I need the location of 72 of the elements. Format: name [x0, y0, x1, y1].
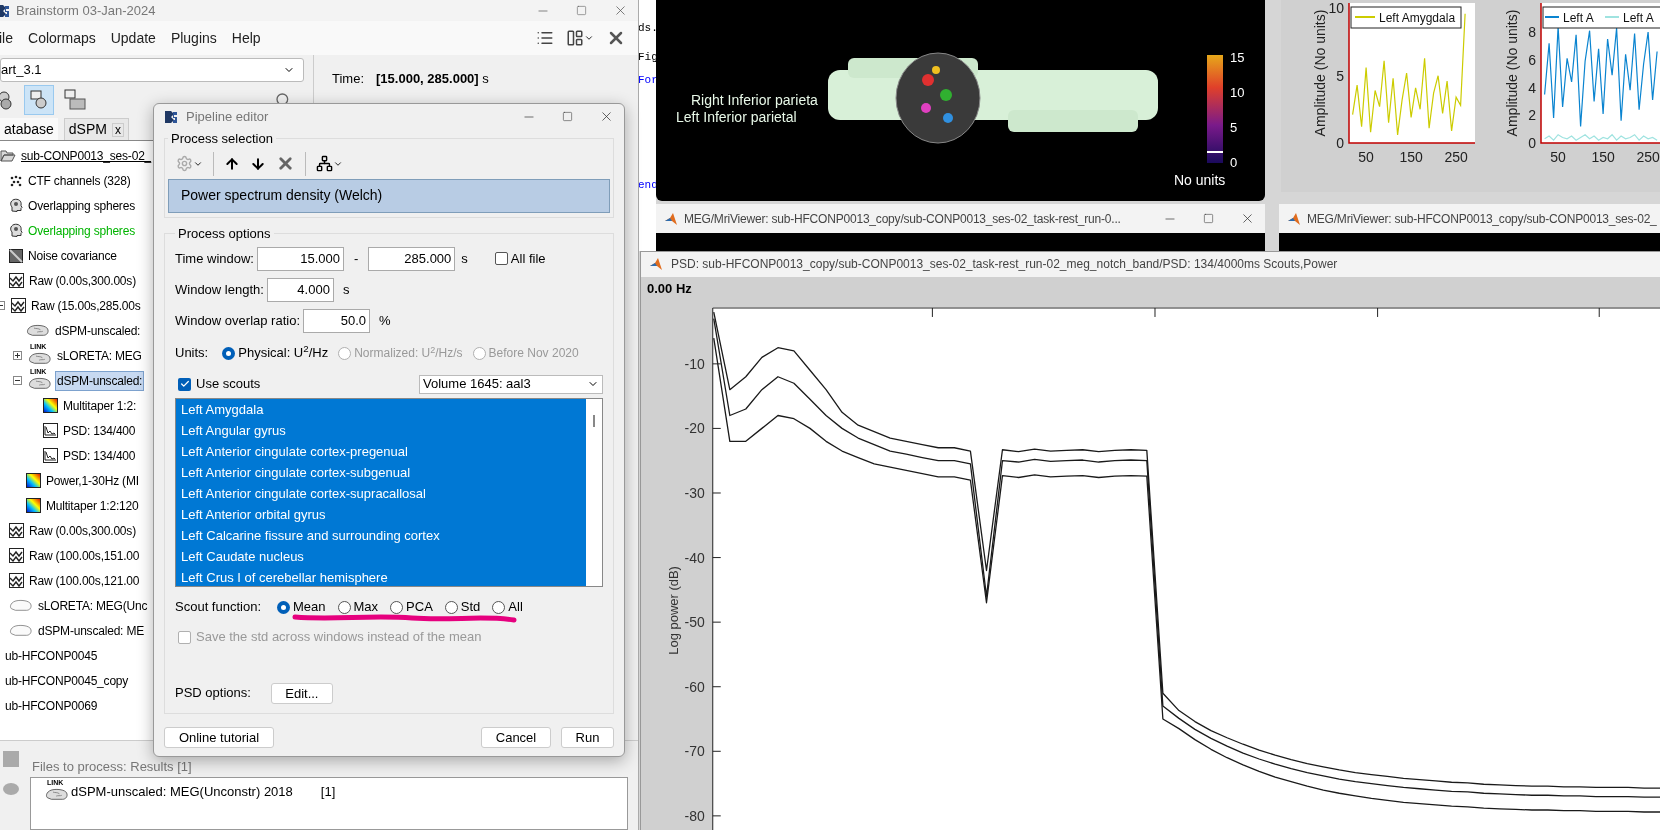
unit-label: s — [461, 249, 468, 268]
field-label: PSD options: — [175, 684, 251, 703]
radio-label: Normalized: U$^{2}$/Hz/s — [354, 344, 463, 362]
axis-title: Log power (dB) — [665, 566, 681, 655]
field-label: Scout function: — [175, 598, 261, 617]
axis-tick-label: 0 — [1528, 135, 1536, 151]
code-line: end — [638, 179, 656, 192]
colorbar-tick: 15 — [1230, 50, 1245, 67]
window-title: Brainstorm 03-Jan-2024 — [16, 1, 156, 20]
axis-tick-label: 150 — [1399, 149, 1423, 165]
axis-tick-label: 50 — [1550, 149, 1566, 165]
code-line: ds. — [638, 22, 656, 35]
frequency-value: 0.00 Hz — [647, 280, 692, 299]
radio-label: Std — [460, 598, 481, 617]
legend-label: Left A — [1563, 11, 1594, 25]
axis-tick-label: 0 — [1336, 135, 1344, 151]
axis-tick-label: 250 — [1444, 149, 1468, 165]
axis-tick-label: 50 — [1358, 149, 1374, 165]
group-title: Process selection — [170, 130, 274, 148]
dialog-title: Pipeline editor — [186, 107, 269, 126]
radio-label: Max — [353, 598, 379, 617]
colorbar-tick: 0 — [1230, 155, 1239, 172]
colorbar-unit: No units — [1174, 171, 1226, 190]
checkbox-label: All file — [510, 249, 546, 268]
radio-label: Mean — [293, 598, 326, 617]
axis-tick-label: -10 — [684, 355, 705, 372]
axis-tick-label: 150 — [1591, 149, 1615, 165]
axis-tick-label: 10 — [1328, 0, 1344, 17]
window-title: MEG/MriViewer: sub-HFCONP0013_copy/sub-CONP0013_ses-02_task-rest_run-0... — [684, 210, 1121, 228]
field-label: Window overlap ratio: — [175, 311, 300, 330]
colorbar-tick: 10 — [1230, 85, 1245, 102]
axis-tick-label: -40 — [684, 549, 705, 566]
legend-label: Left A — [1623, 11, 1654, 25]
radio-label: PCA — [406, 598, 433, 617]
axis-tick-label: 2 — [1528, 107, 1536, 124]
unit-label: s — [342, 280, 350, 299]
window-title: PSD: sub-HFCONP0013_copy/sub-CONP0013_ses-02_task-rest_run-02_meg_notch_band/PSD: 134/4000ms Scouts,Power — [671, 256, 1338, 274]
field-label: Window length: — [175, 280, 264, 299]
file-count: [1] — [320, 782, 336, 801]
time-label: Time: — [332, 70, 365, 88]
scout-label: Left Inferior parietal — [676, 109, 798, 126]
radio-label: Before Nov 2020 — [488, 345, 579, 362]
checkbox-label: Use scouts — [196, 375, 261, 394]
unit-label: % — [379, 311, 391, 330]
axis-tick-label: 6 — [1528, 51, 1536, 68]
checkbox-label: Save the std across windows instead of the mean — [196, 628, 482, 647]
legend-label: Left Amygdala — [1379, 11, 1456, 25]
code-line: For — [638, 74, 656, 87]
range-separator: - — [354, 249, 359, 268]
code-line: Fig — [638, 51, 656, 64]
axis-tick-label: -20 — [684, 420, 705, 437]
scout-label: Right Inferior parieta — [691, 92, 818, 109]
time-value: [15.000, 285.000] s — [376, 70, 489, 88]
group-title: Process options — [177, 224, 272, 243]
axis-tick-label: 4 — [1528, 79, 1536, 96]
axis-tick-label: 8 — [1528, 24, 1536, 41]
axis-title: Amplitude (No units) — [1504, 9, 1520, 137]
axis-tick-label: -80 — [684, 807, 705, 824]
axis-title: Amplitude (No units) — [1312, 9, 1328, 137]
axis-tick-label: 250 — [1636, 149, 1660, 165]
axis-tick-label: -60 — [684, 678, 705, 695]
axis-tick-label: 5 — [1336, 67, 1344, 84]
section-title: Files to process: Results [1] — [32, 758, 193, 776]
window-title: MEG/MriViewer: sub-HFCONP0013_copy/sub-CONP0013_ses-02_ — [1307, 210, 1657, 228]
field-label: Time window: — [175, 249, 254, 268]
colorbar-tick: 5 — [1230, 120, 1239, 137]
axis-tick-label: -30 — [684, 484, 705, 501]
radio-label: Physical: U$^{2}$/Hz — [238, 343, 329, 363]
axis-tick-label: -70 — [684, 743, 705, 760]
axis-tick-label: -50 — [684, 614, 705, 631]
radio-label: All — [508, 598, 523, 617]
field-label: Units: — [175, 344, 209, 363]
